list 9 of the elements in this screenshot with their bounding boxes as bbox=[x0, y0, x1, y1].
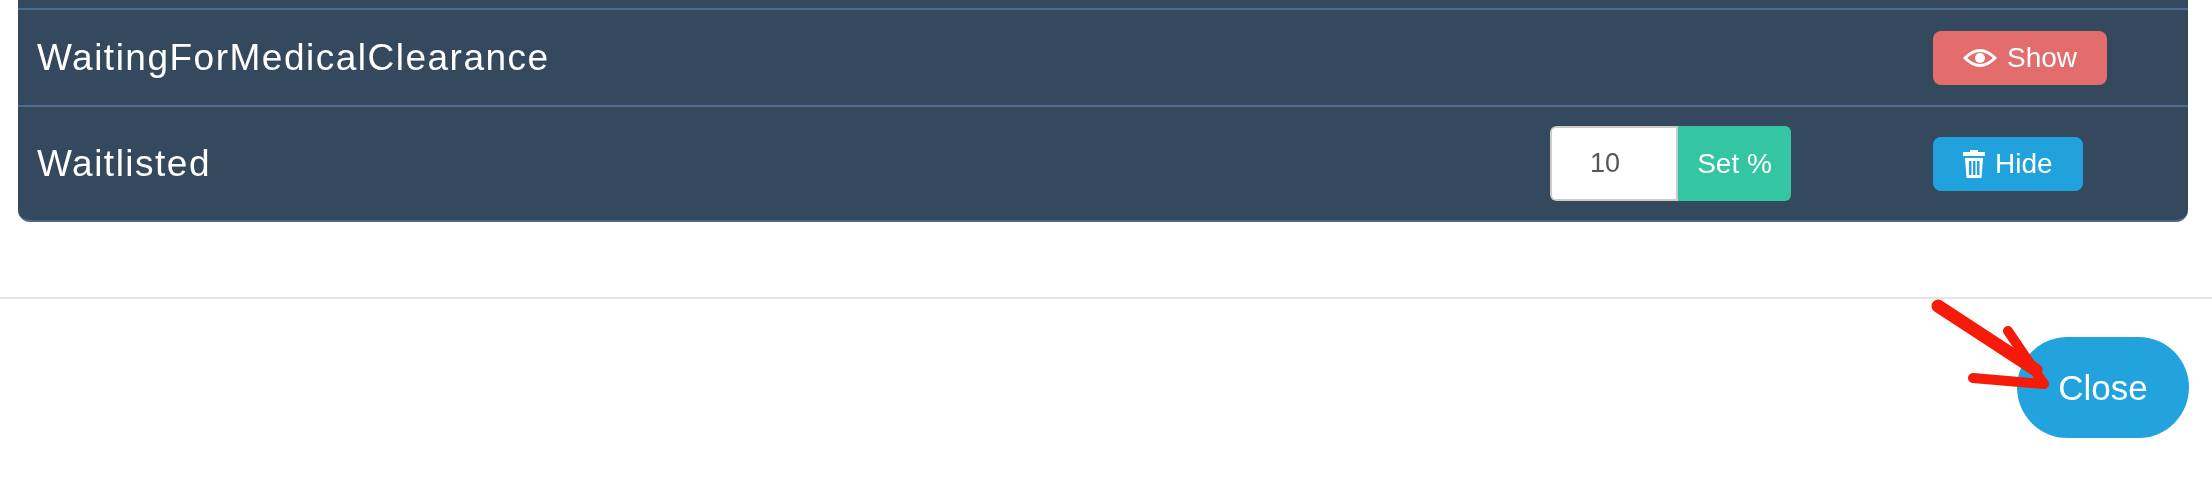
close-button[interactable]: Close bbox=[2017, 337, 2189, 438]
eye-icon bbox=[1963, 46, 1997, 69]
hide-button[interactable]: Hide bbox=[1933, 136, 2083, 191]
trash-icon bbox=[1963, 149, 1985, 178]
percent-input[interactable]: 10 bbox=[1550, 126, 1678, 201]
status-name: WaitingForMedicalClearance bbox=[37, 36, 551, 79]
status-name: Waitlisted bbox=[37, 142, 212, 185]
set-percent-button[interactable]: Set % bbox=[1678, 126, 1791, 201]
show-button[interactable]: Show bbox=[1933, 30, 2108, 85]
